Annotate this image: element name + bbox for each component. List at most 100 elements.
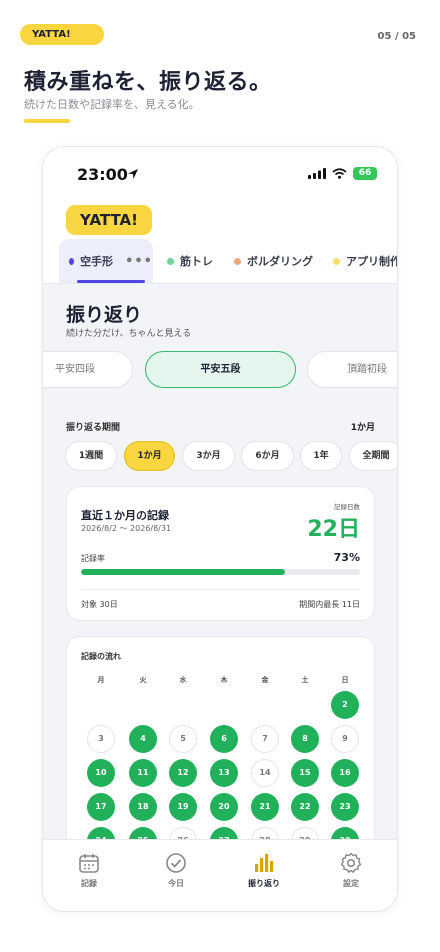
check-circle-icon: [166, 853, 186, 873]
nav-settings[interactable]: 設定: [321, 852, 381, 889]
calendar-day-recorded[interactable]: 12: [169, 759, 197, 787]
record-rate-bar: [81, 569, 360, 575]
calendar-day-recorded[interactable]: 16: [331, 759, 359, 787]
longest-streak: 期間内最長 11日: [299, 600, 360, 609]
record-title: 直近１か月の記録: [81, 509, 169, 522]
calendar-day-recorded[interactable]: 13: [210, 759, 238, 787]
calendar-day-recorded[interactable]: 22: [291, 793, 319, 821]
period-chip-1month[interactable]: 1か月: [124, 441, 175, 471]
rank-label: 平安四段: [55, 364, 95, 375]
nav-records[interactable]: 記録: [59, 852, 119, 889]
nav-label: 記録: [81, 879, 97, 888]
period-chip-1week[interactable]: 1週間: [65, 441, 117, 471]
location-arrow-icon: [128, 169, 138, 179]
weekday-label: 日: [341, 676, 349, 684]
period-chip-all[interactable]: 全期間: [349, 441, 397, 471]
calendar-day-recorded[interactable]: 21: [251, 793, 279, 821]
record-rate-fill: [81, 569, 285, 575]
record-rate-label: 記録率: [81, 554, 105, 563]
nav-label: 設定: [343, 879, 359, 888]
nav-review[interactable]: 振り返り: [234, 852, 294, 889]
weekday-label: 水: [179, 676, 187, 684]
calendar-day-recorded[interactable]: 23: [331, 793, 359, 821]
record-date-range: 2026/8/2 〜 2026/8/31: [81, 524, 172, 533]
calendar-day-recorded[interactable]: 30: [331, 827, 359, 839]
calendar-icon: [79, 854, 99, 873]
record-days-label: 記録日数: [334, 503, 360, 511]
calendar-day-recorded[interactable]: 2: [331, 691, 359, 719]
tab-karate-kata[interactable]: 空手形 •••: [59, 239, 153, 283]
calendar-day-empty[interactable]: 26: [169, 827, 197, 839]
tab-label: 空手形: [80, 255, 114, 268]
calendar-day-recorded[interactable]: 20: [210, 793, 238, 821]
calendar-day-recorded[interactable]: 10: [87, 759, 115, 787]
calendar-day-recorded[interactable]: 8: [291, 725, 319, 753]
rank-pill-next[interactable]: 頂踏初段: [307, 351, 397, 388]
period-chip-3months[interactable]: 3か月: [182, 441, 235, 471]
tab-dot: [69, 257, 75, 265]
calendar-title: 記録の流れ: [81, 652, 121, 661]
tab-strength-training[interactable]: 筋トレ: [167, 239, 213, 283]
calendar-day-empty[interactable]: 29: [291, 827, 319, 839]
calendar-day-recorded[interactable]: 24: [87, 827, 115, 839]
weekday-label: 木: [220, 676, 228, 684]
period-chip-6months[interactable]: 6か月: [241, 441, 294, 471]
period-label: 振り返る期間: [66, 423, 121, 433]
calendar-day-recorded[interactable]: 4: [129, 725, 157, 753]
calendar-day-recorded[interactable]: 19: [169, 793, 197, 821]
tab-app-development[interactable]: アプリ制作: [333, 239, 397, 283]
accent-bar: [24, 119, 70, 123]
tab-bouldering[interactable]: ボルダリング: [234, 239, 313, 283]
calendar-day-empty[interactable]: 5: [169, 725, 197, 753]
calendar-day-recorded[interactable]: 27: [210, 827, 238, 839]
more-icon[interactable]: •••: [125, 254, 153, 269]
weekday-label: 月: [97, 676, 105, 684]
calendar-day-empty[interactable]: 7: [251, 725, 279, 753]
divider: [81, 589, 360, 590]
nav-label: 今日: [168, 879, 184, 888]
calendar-day-recorded[interactable]: 15: [291, 759, 319, 787]
calendar-day-empty[interactable]: 3: [87, 725, 115, 753]
nav-label: 振り返り: [248, 879, 280, 888]
rank-pill-current[interactable]: 平安五段: [145, 351, 296, 388]
subline: 続けた日数や記録率を、見える化。: [24, 98, 200, 111]
tab-dot: [167, 257, 174, 265]
tab-dot: [333, 257, 340, 265]
target-days: 対象 30日: [81, 600, 118, 609]
rank-label: 頂踏初段: [347, 364, 387, 375]
gear-icon: [340, 852, 362, 873]
rank-pill-previous[interactable]: 平安四段: [43, 351, 133, 388]
calendar-day-recorded[interactable]: 18: [129, 793, 157, 821]
record-flow-calendar: 記録の流れ 月火水木金土日 2 3 4 5 6 7 8 9 10 11 12 13 14 15 16 17 18 1…: [66, 636, 375, 839]
period-chip-1year[interactable]: 1年: [300, 441, 342, 471]
calendar-day-empty[interactable]: 28: [251, 827, 279, 839]
tab-label: ボルダリング: [247, 255, 313, 268]
rank-label: 平安五段: [200, 364, 241, 375]
record-rate-value: 73%: [333, 551, 360, 564]
weekday-label: 土: [301, 676, 309, 684]
page-counter: 05 / 05: [377, 31, 416, 42]
calendar-day-empty[interactable]: 14: [251, 759, 279, 787]
status-time: 23:00: [77, 165, 128, 184]
review-content: 振り返り 続けた分だけ、ちゃんと見える 平安四段 平安五段 頂踏初段 振り返る期…: [43, 283, 397, 839]
section-subtitle: 続けた分だけ、ちゃんと見える: [66, 329, 192, 339]
calendar-day-empty[interactable]: 9: [331, 725, 359, 753]
calendar-day-recorded[interactable]: 6: [210, 725, 238, 753]
period-value: 1か月: [350, 423, 375, 433]
bar-chart-icon: [255, 854, 274, 872]
wifi-icon: [332, 168, 347, 179]
status-icons: 66: [308, 167, 377, 180]
signal-icon: [308, 168, 326, 179]
calendar-day-recorded[interactable]: 11: [129, 759, 157, 787]
weekday-label: 金: [261, 676, 269, 684]
phone-frame: 23:00 66 YATTA! 空手形 ••• 筋トレ ボルダリング アプリ制作…: [42, 146, 398, 912]
bottom-nav: 記録 今日 振り返り 設定: [43, 839, 397, 911]
weekday-label: 火: [139, 676, 147, 684]
nav-today[interactable]: 今日: [146, 852, 206, 889]
record-summary-card: 直近１か月の記録 2026/8/2 〜 2026/8/31 記録日数 22日 記…: [66, 486, 375, 621]
calendar-day-recorded[interactable]: 17: [87, 793, 115, 821]
tab-dot: [234, 257, 241, 265]
calendar-day-recorded[interactable]: 25: [129, 827, 157, 839]
app-logo: YATTA!: [66, 205, 152, 235]
section-title: 振り返り: [66, 304, 143, 326]
